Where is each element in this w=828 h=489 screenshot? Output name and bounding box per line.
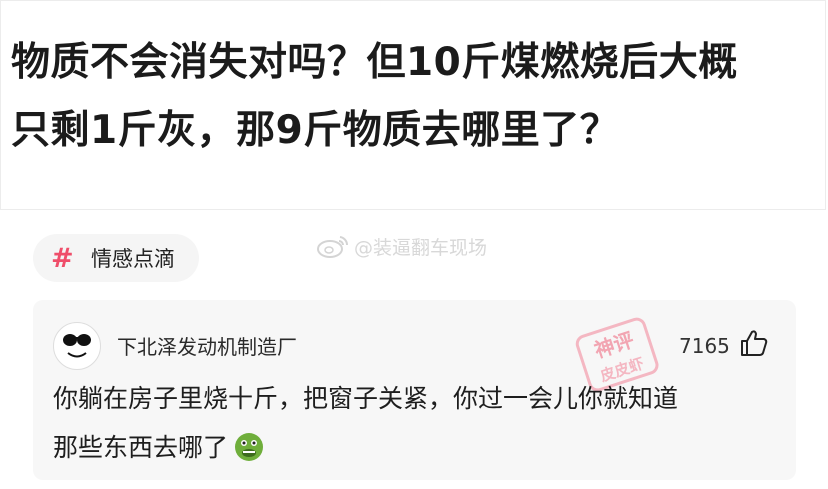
question-title: 物质不会消失对吗？但10斤煤燃烧后大概 只剩1斤灰，那9斤物质去哪里了？ bbox=[11, 29, 823, 165]
comment-line-1: 你躺在房子里烧十斤，把窗子关紧，你过一会儿你就知道 bbox=[53, 384, 679, 413]
comment-body: 你躺在房子里烧十斤，把窗子关紧，你过一会儿你就知道 那些东西去哪了 bbox=[53, 374, 788, 472]
topic-label: 情感点滴 bbox=[91, 247, 175, 271]
thumb-up-icon[interactable] bbox=[739, 328, 769, 358]
comment-username[interactable]: 下北泽发动机制造厂 bbox=[117, 331, 297, 360]
avatar[interactable] bbox=[53, 322, 101, 370]
question-card: 物质不会消失对吗？但10斤煤燃烧后大概 只剩1斤灰，那9斤物质去哪里了？ bbox=[0, 0, 826, 210]
weibo-icon bbox=[317, 236, 349, 258]
topic-tag[interactable]: # 情感点滴 bbox=[33, 234, 199, 282]
top-comment: 下北泽发动机制造厂 神评 皮皮虾 7165 你躺在房子里烧十斤，把窗子关紧，你过… bbox=[33, 300, 796, 480]
sunglasses-face-icon bbox=[55, 324, 99, 368]
question-title-line-2: 只剩1斤灰，那9斤物质去哪里了？ bbox=[11, 108, 620, 153]
watermark-text: @装逼翻车现场 bbox=[354, 236, 488, 259]
sick-face-emoji bbox=[235, 433, 264, 461]
hash-icon: # bbox=[51, 242, 74, 274]
like-count: 7165 bbox=[679, 334, 730, 358]
weibo-watermark: @装逼翻车现场 bbox=[316, 231, 487, 261]
comment-line-2-text: 那些东西去哪了 bbox=[53, 433, 229, 462]
question-title-line-1: 物质不会消失对吗？但10斤煤燃烧后大概 bbox=[11, 40, 738, 85]
comment-line-2: 那些东西去哪了 bbox=[53, 423, 788, 472]
